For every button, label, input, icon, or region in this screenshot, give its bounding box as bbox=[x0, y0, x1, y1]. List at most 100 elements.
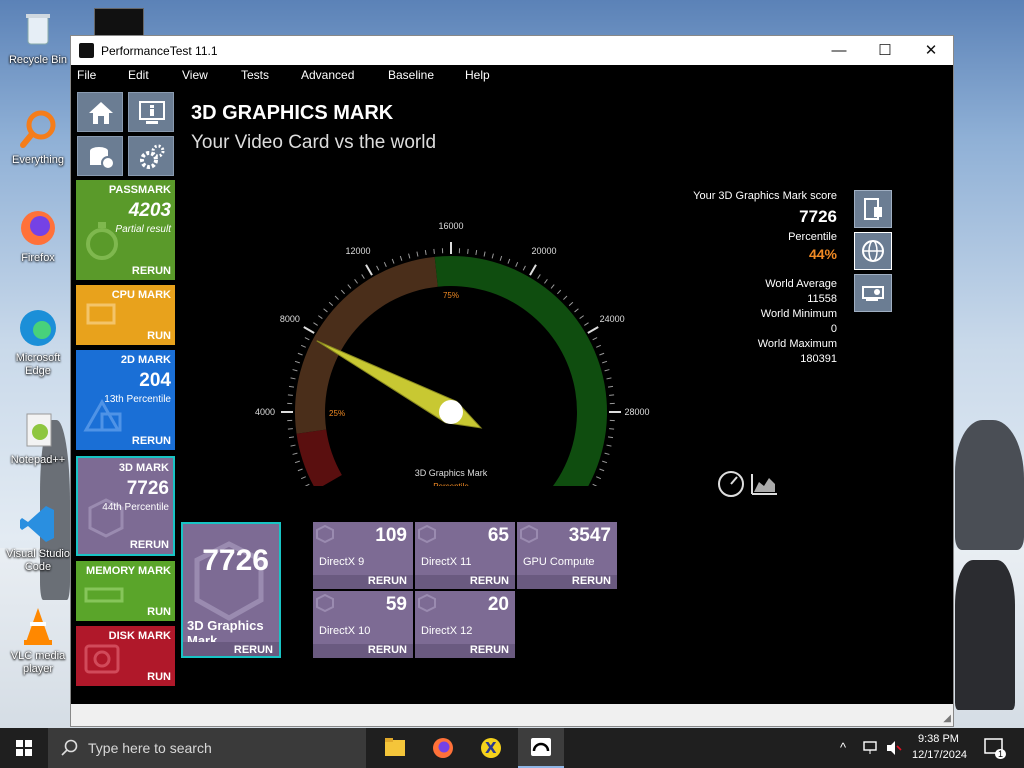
clock-date[interactable]: 12/17/2024 bbox=[912, 749, 967, 761]
directx11-tile[interactable]: 65 DirectX 11 RERUN bbox=[415, 522, 515, 589]
action-center-button[interactable]: 1 bbox=[982, 737, 1006, 759]
gauge-minor-tick bbox=[304, 337, 310, 341]
minimize-button[interactable]: — bbox=[816, 36, 862, 65]
resize-grip-icon[interactable]: ◢ bbox=[943, 713, 951, 724]
desktop-icon-vlc[interactable]: VLC media player bbox=[2, 604, 74, 676]
taskbar-xampp[interactable]: X bbox=[468, 728, 514, 768]
rerun-button[interactable]: RERUN bbox=[470, 575, 509, 587]
volume-muted-icon[interactable] bbox=[884, 739, 902, 757]
rerun-button[interactable]: RERUN bbox=[132, 435, 171, 447]
gauge-minor-tick bbox=[376, 265, 380, 271]
desktop-icon-firefox[interactable]: Firefox bbox=[2, 206, 74, 265]
percentile-label: Percentile bbox=[788, 231, 837, 243]
desktop-icon-recycle-bin[interactable]: Recycle Bin bbox=[2, 8, 74, 67]
desktop-icon-label: Notepad++ bbox=[10, 454, 66, 466]
globe-icon bbox=[862, 240, 884, 262]
cube-icon bbox=[418, 593, 436, 613]
export-document-button[interactable] bbox=[854, 190, 892, 228]
directx12-tile[interactable]: 20 DirectX 12 RERUN bbox=[415, 591, 515, 658]
passmark-tile[interactable]: PASSMARK 4203 Partial result RERUN bbox=[76, 180, 175, 280]
3d-mark-tile[interactable]: 3D MARK 7726 44th Percentile RERUN bbox=[76, 456, 175, 556]
menu-view[interactable]: View bbox=[182, 68, 208, 82]
menu-bar: File Edit View Tests Advanced Baseline H… bbox=[71, 65, 953, 85]
gauge-minor-tick bbox=[287, 428, 293, 430]
gauge-minor-tick bbox=[568, 301, 574, 306]
video-card-button[interactable] bbox=[854, 274, 892, 312]
cpu-mark-tile[interactable]: CPU MARK RUN bbox=[76, 285, 175, 345]
desktop-icon-everything[interactable]: Everything bbox=[2, 108, 74, 167]
rerun-button[interactable]: RERUN bbox=[368, 644, 407, 656]
gauge-minor-tick bbox=[563, 295, 568, 300]
menu-advanced[interactable]: Advanced bbox=[301, 68, 354, 82]
desktop-icon-label: Everything bbox=[12, 154, 64, 166]
tile-name: 3D MARK bbox=[118, 462, 169, 474]
menu-file[interactable]: File bbox=[77, 68, 96, 82]
network-icon[interactable] bbox=[862, 739, 880, 757]
rerun-button[interactable]: RERUN bbox=[572, 575, 611, 587]
maximize-button[interactable]: ☐ bbox=[862, 36, 908, 65]
world-compare-button[interactable] bbox=[854, 232, 892, 270]
gauge-minor-tick bbox=[328, 301, 334, 306]
svg-text:X: X bbox=[485, 739, 497, 757]
gauge-minor-tick bbox=[304, 483, 310, 486]
gauge-view-button[interactable] bbox=[717, 470, 745, 498]
gauge-major-tick bbox=[529, 264, 537, 276]
info-monitor-icon bbox=[139, 101, 165, 124]
memory-chip-icon bbox=[84, 587, 124, 603]
gauge-minor-tick bbox=[596, 344, 602, 348]
system-info-button[interactable] bbox=[128, 92, 174, 132]
rerun-button[interactable]: RERUN bbox=[132, 265, 171, 277]
passmark-icon bbox=[531, 738, 551, 756]
taskbar-file-explorer[interactable] bbox=[372, 728, 418, 768]
gauge-minor-tick bbox=[602, 460, 608, 464]
desktop-icon-notepadpp[interactable]: Notepad++ bbox=[2, 408, 74, 467]
rerun-button[interactable]: RERUN bbox=[368, 575, 407, 587]
disk-mark-tile[interactable]: DISK MARK RUN bbox=[76, 626, 175, 686]
title-bar[interactable]: PerformanceTest 11.1 — ☐ ✕ bbox=[71, 36, 953, 65]
directx10-tile[interactable]: 59 DirectX 10 RERUN bbox=[313, 591, 413, 658]
gpu-compute-tile[interactable]: 3547 GPU Compute RERUN bbox=[517, 522, 617, 589]
gauge-minor-tick bbox=[607, 385, 614, 388]
world-minimum-value: 0 bbox=[830, 323, 837, 335]
memory-mark-tile[interactable]: MEMORY MARK RUN bbox=[76, 561, 175, 621]
directx9-tile[interactable]: 109 DirectX 9 RERUN bbox=[313, 522, 413, 589]
gauge-minor-tick bbox=[424, 249, 427, 256]
baseline-button[interactable] bbox=[77, 136, 123, 176]
speedometer-icon bbox=[718, 471, 744, 497]
home-button[interactable] bbox=[77, 92, 123, 132]
cpu-chip-icon bbox=[86, 303, 116, 325]
taskbar-search-box[interactable]: Type here to search bbox=[48, 728, 366, 768]
run-button[interactable]: RUN bbox=[147, 330, 171, 342]
rerun-button[interactable]: RERUN bbox=[130, 539, 169, 551]
gauge-percentile-label: 75% bbox=[443, 291, 459, 300]
tile-value: 20 bbox=[487, 594, 509, 615]
close-button[interactable]: ✕ bbox=[908, 36, 954, 65]
menu-help[interactable]: Help bbox=[465, 68, 490, 82]
3d-graphics-mark-tile[interactable]: 7726 3D Graphics Mark RERUN bbox=[181, 522, 281, 658]
menu-tests[interactable]: Tests bbox=[241, 68, 269, 82]
taskbar-firefox[interactable] bbox=[420, 728, 466, 768]
taskbar-performancetest[interactable] bbox=[518, 728, 564, 768]
gauge-center-label: 3D Graphics Mark bbox=[415, 468, 488, 478]
chart-view-button[interactable] bbox=[749, 470, 779, 498]
percentile-value: 44% bbox=[808, 246, 837, 262]
gauge-minor-tick bbox=[408, 253, 411, 259]
rerun-button[interactable]: RERUN bbox=[234, 644, 273, 656]
menu-edit[interactable]: Edit bbox=[128, 68, 149, 82]
settings-button[interactable] bbox=[128, 136, 174, 176]
cube-icon bbox=[520, 524, 538, 544]
gauge-minor-tick bbox=[297, 352, 303, 356]
start-button[interactable] bbox=[0, 728, 48, 768]
passmark-desktop-icon[interactable] bbox=[94, 8, 144, 38]
desktop-icon-vscode[interactable]: Visual Studio Code bbox=[2, 502, 74, 574]
score-value: 7726 bbox=[799, 207, 837, 226]
menu-baseline[interactable]: Baseline bbox=[388, 68, 434, 82]
tray-chevron-up-icon[interactable]: ^ bbox=[840, 740, 846, 755]
clock-time[interactable]: 9:38 PM bbox=[918, 733, 959, 745]
tile-name: MEMORY MARK bbox=[86, 565, 171, 577]
desktop-icon-edge[interactable]: Microsoft Edge bbox=[2, 306, 74, 378]
run-button[interactable]: RUN bbox=[147, 671, 171, 683]
run-button[interactable]: RUN bbox=[147, 606, 171, 618]
rerun-button[interactable]: RERUN bbox=[470, 644, 509, 656]
2d-mark-tile[interactable]: 2D MARK 204 13th Percentile RERUN bbox=[76, 350, 175, 450]
